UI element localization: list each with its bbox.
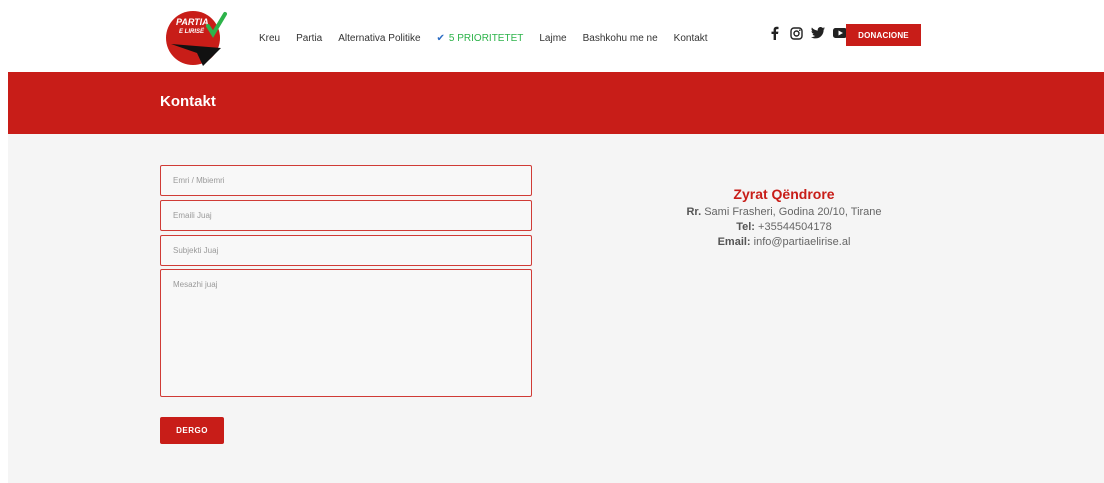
contact-section: DERGO Zyrat Qëndrore Rr. Sami Frasheri, …: [8, 134, 1104, 483]
instagram-icon[interactable]: [789, 26, 803, 40]
email-label: Email:: [717, 236, 751, 248]
tel-value[interactable]: +35544504178: [758, 221, 832, 233]
message-field[interactable]: [160, 269, 532, 397]
name-field[interactable]: [160, 165, 532, 196]
nav-item-kontakt[interactable]: Kontakt: [674, 33, 708, 44]
email-field[interactable]: [160, 200, 532, 231]
nav-item-bashkohu[interactable]: Bashkohu me ne: [583, 33, 658, 44]
donate-button[interactable]: DONACIONE: [846, 24, 921, 46]
subject-field[interactable]: [160, 235, 532, 266]
logo-text-line2: E LIRISË: [179, 28, 205, 35]
logo-text-line1: PARTIA: [176, 17, 209, 27]
facebook-icon[interactable]: [767, 26, 781, 40]
address-label: Rr.: [686, 206, 702, 218]
page-banner: Kontakt: [8, 72, 1104, 134]
youtube-icon[interactable]: [833, 26, 847, 40]
nav-item-prioritetet-label: 5 PRIORITETET: [448, 32, 524, 44]
twitter-icon[interactable]: [811, 26, 825, 40]
social-links: [767, 26, 847, 40]
email-value[interactable]: info@partiaelirise.al: [754, 236, 851, 248]
check-icon: ✔: [436, 32, 445, 44]
nav-item-prioritetet[interactable]: ✔ 5 PRIORITETET: [437, 33, 524, 44]
party-logo[interactable]: PARTIA E LIRISË: [163, 8, 229, 68]
office-info: Zyrat Qëndrore Rr. Sami Frasheri, Godina…: [574, 186, 994, 250]
header: PARTIA E LIRISË Kreu Partia Alternativa …: [0, 0, 1104, 72]
main-nav: Kreu Partia Alternativa Politike ✔ 5 PRIO…: [259, 29, 724, 47]
page-title: Kontakt: [160, 93, 216, 110]
nav-item-lajme[interactable]: Lajme: [539, 33, 566, 44]
send-button[interactable]: DERGO: [160, 417, 224, 444]
address-value: Sami Frasheri, Godina 20/10, Tirane: [704, 206, 882, 218]
nav-item-kreu[interactable]: Kreu: [259, 33, 280, 44]
tel-label: Tel:: [736, 221, 755, 233]
office-phone: Tel: +35544504178: [574, 220, 994, 235]
nav-item-partia[interactable]: Partia: [296, 33, 322, 44]
office-email: Email: info@partiaelirise.al: [574, 235, 994, 250]
office-address: Rr. Sami Frasheri, Godina 20/10, Tirane: [574, 205, 994, 220]
nav-item-alternativa-politike[interactable]: Alternativa Politike: [338, 33, 420, 44]
office-title: Zyrat Qëndrore: [733, 186, 835, 202]
